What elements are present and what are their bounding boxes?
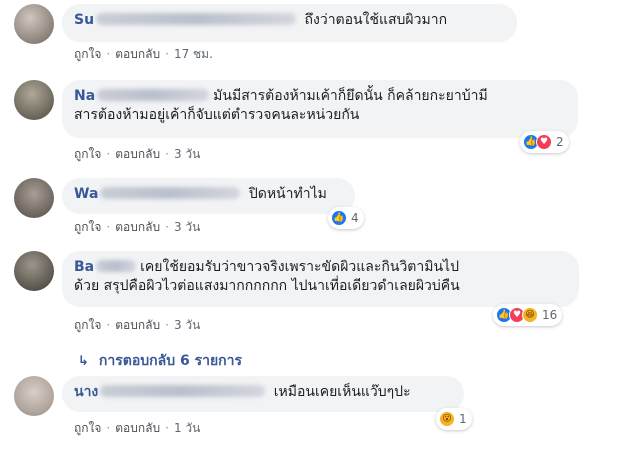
separator: · (106, 421, 111, 435)
reaction-count: 16 (542, 308, 558, 322)
separator: · (165, 220, 169, 234)
separator: · (165, 147, 169, 161)
comment-author[interactable]: Wa (74, 186, 98, 202)
comment-actions: ถูกใจ · ตอบกลับ · 1 วัน (74, 420, 200, 436)
avatar[interactable] (14, 376, 54, 416)
like-link[interactable]: ถูกใจ (74, 146, 101, 162)
comment-actions: ถูกใจ · ตอบกลับ · 3 วัน (74, 146, 200, 162)
like-link[interactable]: ถูกใจ (74, 420, 101, 436)
replies-label: การตอบกลับ 6 รายการ (98, 353, 243, 369)
comment-author[interactable]: Ba (74, 259, 94, 275)
reply-link[interactable]: ตอบกลับ (115, 317, 160, 333)
comment-text: ถึงว่าตอนใช้แสบผิวมาก (304, 12, 448, 28)
comment-bubble: Wa ปิดหน้าทำไม (62, 178, 355, 214)
reaction-summary[interactable]: 👍 ♥ 😆 16 (493, 304, 563, 326)
like-link[interactable]: ถูกใจ (74, 317, 101, 333)
comment-bubble: Ba เคยใช้ยอมรับว่าขาวจริงเพราะขัดผิวและกิ… (62, 251, 579, 307)
avatar[interactable] (14, 178, 54, 218)
comment-time[interactable]: 3 วัน (174, 146, 200, 162)
reaction-count: 4 (351, 211, 359, 225)
reaction-summary[interactable]: 👍 ♥ 2 (520, 131, 569, 153)
reaction-summary[interactable]: 👍 4 (328, 207, 364, 229)
blurred-name (97, 89, 210, 101)
reply-link[interactable]: ตอบกลับ (115, 420, 160, 436)
blurred-name (100, 187, 241, 199)
separator: · (106, 318, 111, 332)
reaction-summary[interactable]: 😮 1 (436, 408, 472, 430)
comment-actions: ถูกใจ · ตอบกลับ · 3 วัน (74, 219, 200, 235)
like-link[interactable]: ถูกใจ (74, 46, 101, 62)
avatar[interactable] (14, 251, 54, 291)
separator: · (165, 421, 169, 435)
comment-text-line: สารต้องห้ามอยู่เค้าก็จับแต่ตำรวจคนละหน่ว… (74, 107, 360, 123)
view-replies-link[interactable]: ↳ การตอบกลับ 6 รายการ (78, 350, 242, 372)
blurred-name (96, 13, 297, 25)
like-icon: 👍 (331, 210, 347, 226)
comment-actions: ถูกใจ · ตอบกลับ · 3 วัน (74, 317, 200, 333)
comment-bubble: Su ถึงว่าตอนใช้แสบผิวมาก (62, 4, 517, 42)
avatar[interactable] (14, 4, 54, 44)
comment-text-line: มันมีสารต้องห้ามเค้าก็ยึดนั้น ก็คล้ายกะย… (213, 88, 488, 104)
comment-author[interactable]: Su (74, 12, 94, 28)
comment-time[interactable]: 17 ชม. (174, 46, 213, 62)
comment-time[interactable]: 3 วัน (174, 219, 200, 235)
comment-bubble: Na มันมีสารต้องห้ามเค้าก็ยึดนั้น ก็คล้ายก… (62, 80, 578, 138)
separator: · (165, 318, 169, 332)
separator: · (106, 47, 111, 61)
reply-link[interactable]: ตอบกลับ (115, 146, 160, 162)
reply-link[interactable]: ตอบกลับ (115, 46, 160, 62)
blurred-name (100, 385, 266, 397)
comment-text: เหมือนเคยเห็นแว๊บๆปะ (273, 384, 411, 400)
comment-bubble: นาง เหมือนเคยเห็นแว๊บๆปะ (62, 376, 464, 412)
comment-time[interactable]: 1 วัน (174, 420, 200, 436)
separator: · (106, 220, 111, 234)
haha-icon: 😆 (522, 307, 538, 323)
reply-arrow-icon: ↳ (78, 353, 89, 369)
reply-link[interactable]: ตอบกลับ (115, 219, 160, 235)
comment-text-line: เคยใช้ยอมรับว่าขาวจริงเพราะขัดผิวและกินว… (140, 259, 459, 275)
comment-author[interactable]: นาง (74, 384, 98, 400)
comment-author[interactable]: Na (74, 88, 95, 104)
separator: · (106, 147, 111, 161)
separator: · (165, 47, 169, 61)
love-icon: ♥ (536, 134, 552, 150)
like-link[interactable]: ถูกใจ (74, 219, 101, 235)
comment-text: ปิดหน้าทำไม (248, 186, 327, 202)
wow-icon: 😮 (439, 411, 455, 427)
reaction-count: 1 (459, 412, 467, 426)
comment-time[interactable]: 3 วัน (174, 317, 200, 333)
comment-actions: ถูกใจ · ตอบกลับ · 17 ชม. (74, 46, 213, 62)
reaction-count: 2 (556, 135, 564, 149)
comment-text-line: ด้วย สรุปคือผิวไวต่อแสงมากกกกกก ไปนาเที่… (74, 278, 460, 294)
avatar[interactable] (14, 80, 54, 120)
blurred-name (96, 260, 137, 272)
